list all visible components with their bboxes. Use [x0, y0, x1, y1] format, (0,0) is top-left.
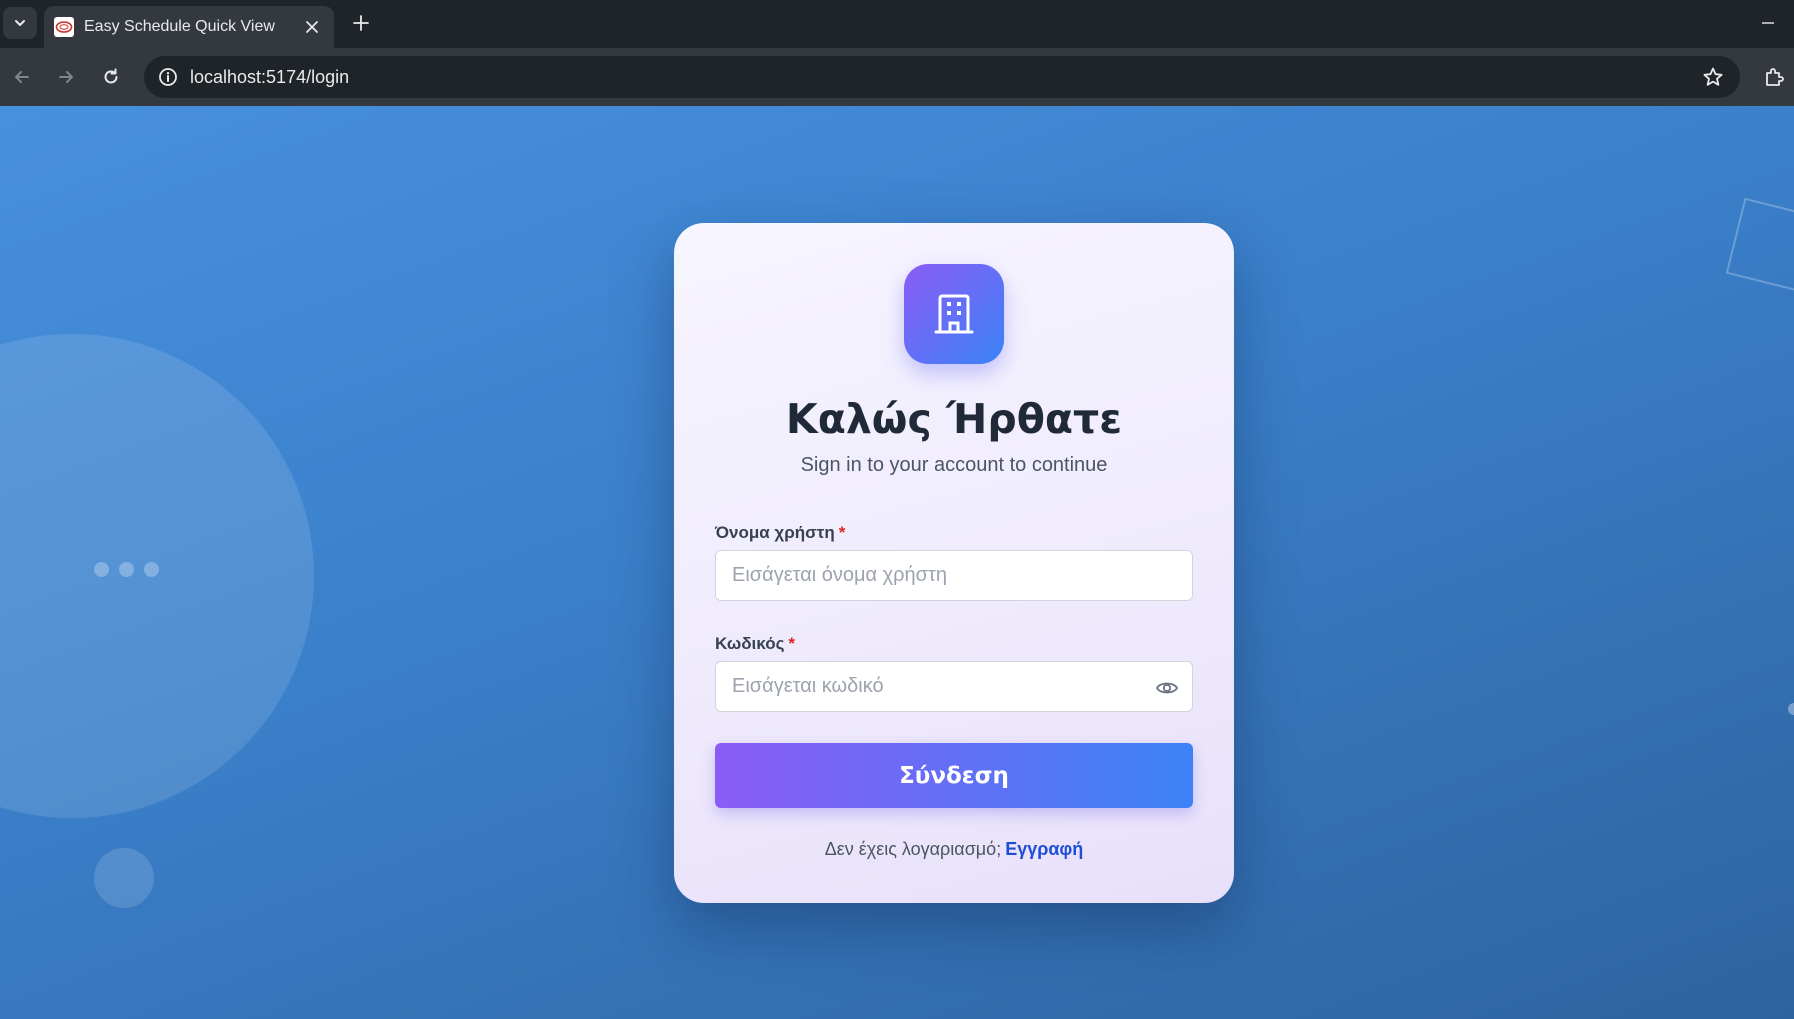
- minimize-window-button[interactable]: [1754, 9, 1782, 37]
- signup-prompt: Δεν έχεις λογαριασμό;: [824, 839, 1002, 859]
- required-marker: *: [788, 634, 796, 653]
- app-logo: [904, 264, 1004, 364]
- browser-toolbar: localhost:5174/login: [0, 48, 1794, 106]
- decorative-square: [1725, 197, 1794, 293]
- arrow-left-icon: [15, 71, 29, 83]
- page-viewport: Καλώς Ήρθατε Sign in to your account to …: [0, 106, 1794, 1019]
- username-field-wrapper: [715, 550, 1193, 601]
- chevron-down-icon: [15, 20, 25, 26]
- url-text[interactable]: localhost:5174/login: [190, 67, 349, 88]
- required-marker: *: [838, 523, 846, 542]
- username-label-text: Όνομα χρήστη: [715, 523, 835, 542]
- minimize-icon: [1762, 22, 1774, 24]
- new-tab-button[interactable]: [347, 9, 375, 37]
- plus-icon: [353, 15, 369, 31]
- site-info-icon[interactable]: [154, 63, 182, 91]
- eye-icon: [1156, 682, 1178, 694]
- decorative-dots: [94, 562, 159, 577]
- address-bar[interactable]: localhost:5174/login: [144, 56, 1740, 98]
- username-label: Όνομα χρήστη *: [715, 523, 845, 543]
- login-card: Καλώς Ήρθατε Sign in to your account to …: [674, 223, 1234, 903]
- password-field-wrapper: [715, 661, 1193, 712]
- username-input[interactable]: [716, 551, 1192, 600]
- extensions-button[interactable]: [1758, 61, 1790, 93]
- puzzle-icon: [1766, 68, 1784, 86]
- tab-close-button[interactable]: [300, 15, 324, 39]
- password-label: Κωδικός *: [715, 634, 795, 654]
- browser-tab-active[interactable]: Easy Schedule Quick View: [44, 6, 334, 48]
- login-subtitle: Sign in to your account to continue: [800, 454, 1108, 476]
- signup-line: Δεν έχεις λογαριασμό; Εγγραφή: [674, 839, 1234, 860]
- decorative-small-circle: [94, 848, 154, 908]
- forward-button[interactable]: [50, 61, 82, 93]
- tab-search-button[interactable]: [3, 7, 37, 39]
- password-label-text: Κωδικός: [715, 634, 785, 653]
- reload-icon: [104, 68, 118, 84]
- back-button[interactable]: [6, 61, 38, 93]
- reload-button[interactable]: [95, 61, 127, 93]
- signup-link[interactable]: Εγγραφή: [1005, 839, 1083, 859]
- arrow-right-icon: [59, 71, 73, 83]
- show-password-toggle[interactable]: [1154, 675, 1180, 701]
- bookmark-star-icon[interactable]: [1700, 64, 1726, 90]
- building-icon: [934, 294, 974, 334]
- browser-tabstrip: Easy Schedule Quick View: [0, 0, 1794, 48]
- close-icon: [306, 21, 318, 33]
- login-title: Καλώς Ήρθατε: [785, 395, 1123, 443]
- favicon-icon: [54, 17, 74, 37]
- decorative-edge-dot: [1788, 703, 1794, 715]
- tab-title: Easy Schedule Quick View: [84, 18, 275, 35]
- password-input[interactable]: [716, 662, 1192, 711]
- login-submit-button[interactable]: Σύνδεση: [715, 743, 1193, 808]
